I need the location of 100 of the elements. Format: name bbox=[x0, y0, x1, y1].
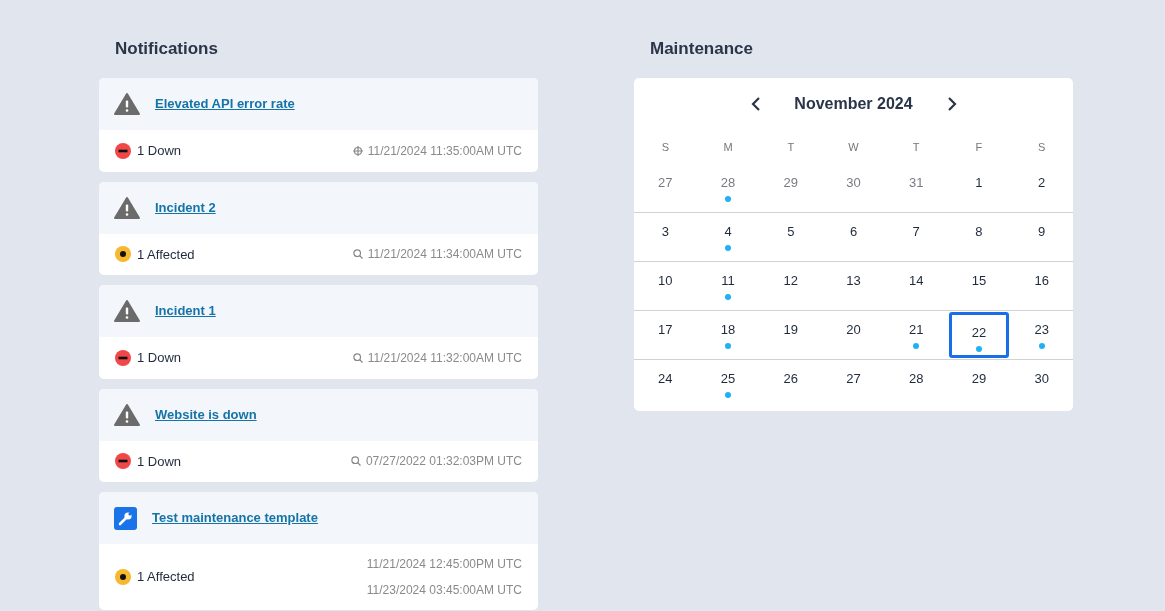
affected-status-icon bbox=[115, 246, 131, 263]
calendar-day[interactable]: 8 bbox=[948, 214, 1010, 260]
day-number: 7 bbox=[912, 224, 920, 240]
timestamp: 11/21/2024 11:35:00AM UTC bbox=[367, 142, 522, 160]
day-number: 8 bbox=[975, 224, 983, 240]
day-number: 28 bbox=[908, 371, 924, 387]
day-number: 20 bbox=[846, 322, 861, 338]
notification-link[interactable]: Website is down bbox=[155, 404, 257, 425]
calendar-day[interactable]: 11 bbox=[697, 263, 759, 309]
calendar-day[interactable]: 12 bbox=[760, 263, 822, 309]
day-number: 15 bbox=[971, 273, 987, 289]
weekday-label: S bbox=[660, 139, 670, 155]
calendar-day[interactable]: 21 bbox=[885, 312, 947, 358]
calendar-day[interactable]: 6 bbox=[823, 214, 884, 260]
day-number: 14 bbox=[908, 273, 924, 289]
status-label: 1 Down bbox=[137, 142, 182, 160]
calendar-day[interactable]: 19 bbox=[760, 312, 822, 358]
calendar-day[interactable]: 23 bbox=[1011, 312, 1072, 358]
section-title: Notifications bbox=[115, 38, 219, 60]
crosshair-icon bbox=[352, 145, 363, 156]
calendar-day[interactable]: 25 bbox=[697, 361, 759, 408]
notification-link[interactable]: Incident 1 bbox=[155, 301, 216, 321]
status-label: 1 Affected bbox=[137, 245, 195, 264]
calendar-day[interactable]: 4 bbox=[697, 214, 759, 260]
calendar-day[interactable]: 7 bbox=[885, 214, 947, 260]
day-number: 17 bbox=[658, 322, 673, 338]
day-number: 22 bbox=[971, 325, 987, 341]
calendar-day[interactable]: 9 bbox=[1011, 214, 1072, 260]
status-label: 1 Affected bbox=[137, 568, 195, 587]
calendar-day[interactable]: 5 bbox=[760, 214, 822, 260]
day-number: 13 bbox=[846, 273, 861, 289]
calendar-day[interactable]: 27 bbox=[823, 361, 884, 408]
day-number: 12 bbox=[783, 273, 798, 289]
day-number: 23 bbox=[1034, 322, 1049, 338]
calendar-day[interactable]: 26 bbox=[760, 361, 822, 408]
weekday-label: W bbox=[847, 139, 860, 155]
notification-link[interactable]: Test maintenance template bbox=[152, 508, 318, 528]
calendar-day[interactable]: 15 bbox=[948, 263, 1010, 309]
search-icon bbox=[352, 249, 363, 260]
calendar-day[interactable]: 3 bbox=[635, 214, 696, 260]
search-icon bbox=[352, 352, 363, 363]
calendar-day[interactable]: 22 bbox=[948, 312, 1010, 358]
month-title: November 2024 bbox=[793, 94, 914, 114]
day-number: 18 bbox=[720, 322, 736, 338]
warning-icon bbox=[114, 300, 140, 322]
warning-icon bbox=[114, 403, 140, 426]
calendar-day[interactable]: 14 bbox=[885, 263, 947, 309]
day-number: 19 bbox=[783, 322, 798, 338]
notification-link[interactable]: Incident 2 bbox=[155, 197, 216, 218]
calendar-day[interactable]: 17 bbox=[635, 312, 696, 358]
calendar-day[interactable]: 30 bbox=[823, 165, 884, 211]
calendar-day[interactable]: 24 bbox=[635, 361, 696, 408]
timestamp: 11/21/2024 11:32:00AM UTC bbox=[367, 349, 522, 367]
day-number: 29 bbox=[783, 175, 798, 191]
warning-icon bbox=[114, 196, 140, 219]
calendar-day[interactable]: 13 bbox=[823, 263, 884, 309]
day-number: 16 bbox=[1034, 273, 1049, 289]
calendar-day[interactable]: 20 bbox=[823, 312, 884, 358]
day-number: 24 bbox=[658, 371, 673, 387]
calendar-day[interactable]: 29 bbox=[948, 361, 1010, 408]
calendar-day[interactable]: 2 bbox=[1011, 165, 1072, 211]
affected-status-icon bbox=[115, 569, 131, 585]
weekday-label: M bbox=[722, 139, 734, 155]
calendar-day[interactable]: 27 bbox=[635, 165, 696, 211]
day-number: 5 bbox=[787, 224, 795, 240]
calendar-day[interactable]: 29 bbox=[760, 165, 822, 211]
day-number: 28 bbox=[720, 175, 736, 191]
notification-link[interactable]: Elevated API error rate bbox=[155, 94, 295, 114]
calendar-day[interactable]: 16 bbox=[1011, 263, 1072, 309]
calendar-day[interactable]: 18 bbox=[697, 312, 759, 358]
calendar-day[interactable]: 31 bbox=[885, 165, 947, 211]
status-label: 1 Down bbox=[137, 452, 182, 471]
day-number: 31 bbox=[908, 175, 924, 191]
weekday-label: S bbox=[1036, 139, 1047, 155]
weekday-label: T bbox=[911, 139, 921, 155]
day-number: 2 bbox=[1038, 175, 1046, 191]
timestamp: 07/27/2022 01:32:03PM UTC bbox=[365, 453, 522, 471]
day-number: 10 bbox=[658, 273, 673, 289]
weekday-label: F bbox=[974, 139, 984, 155]
search-icon bbox=[350, 456, 361, 467]
calendar-day[interactable]: 28 bbox=[697, 165, 759, 211]
day-number: 4 bbox=[724, 224, 732, 240]
down-status-icon bbox=[115, 142, 131, 159]
day-number: 11 bbox=[721, 273, 735, 289]
calendar-day[interactable]: 28 bbox=[885, 361, 947, 408]
weekday-label: T bbox=[786, 139, 796, 155]
timestamp: 11/21/2024 12:45:00PM UTC bbox=[366, 556, 522, 573]
day-number: 26 bbox=[783, 371, 798, 387]
down-status-icon bbox=[115, 349, 131, 366]
calendar-day[interactable]: 30 bbox=[1011, 361, 1072, 408]
calendar-day[interactable]: 1 bbox=[948, 165, 1010, 211]
day-number: 29 bbox=[971, 371, 987, 387]
down-status-icon bbox=[115, 453, 131, 470]
wrench-icon bbox=[114, 506, 137, 530]
day-number: 6 bbox=[849, 224, 858, 240]
status-label: 1 Down bbox=[137, 349, 182, 367]
calendar-day[interactable]: 10 bbox=[635, 263, 696, 309]
day-number: 27 bbox=[658, 175, 673, 191]
day-number: 1 bbox=[975, 175, 983, 191]
day-number: 3 bbox=[661, 224, 669, 240]
